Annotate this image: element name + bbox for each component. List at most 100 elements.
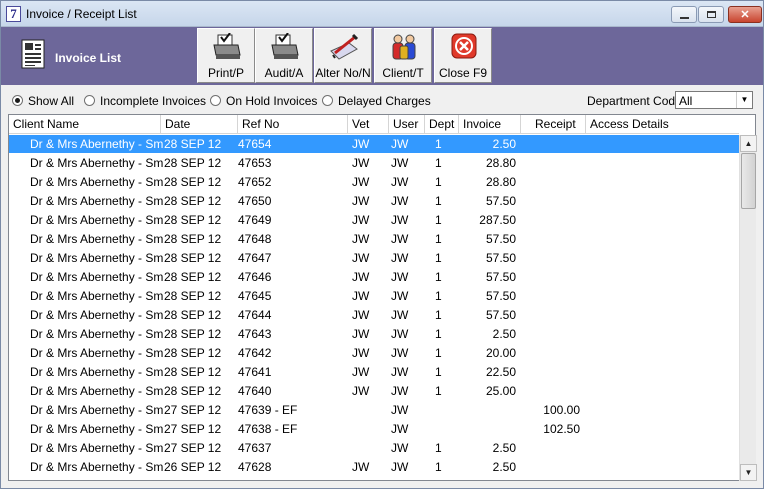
date-cell: 28 SEP 12 bbox=[164, 137, 222, 151]
window-close-button[interactable]: ✕ bbox=[728, 6, 762, 23]
ref-no-cell: 47639 - EF bbox=[238, 403, 298, 417]
receipt-cell bbox=[520, 363, 580, 382]
ref-no-cell: 47644 bbox=[238, 308, 272, 322]
table-row[interactable]: Dr & Mrs Abernethy - Smith 28 SEP 12 47652… bbox=[9, 173, 739, 192]
column-header-vet[interactable]: Vet bbox=[348, 115, 389, 134]
minimize-button[interactable] bbox=[671, 6, 697, 23]
close-button-label: Close F9 bbox=[438, 66, 488, 80]
radio-delayed-charges[interactable]: Delayed Charges bbox=[322, 94, 431, 108]
table-row[interactable]: Dr & Mrs Abernethy - Smith 28 SEP 12 47650… bbox=[9, 192, 739, 211]
date-cell: 28 SEP 12 bbox=[164, 365, 222, 379]
table-row[interactable]: Dr & Mrs Abernethy - Smith 27 SEP 12 47638… bbox=[9, 420, 739, 439]
client-name-cell: Dr & Mrs Abernethy - Smith bbox=[30, 327, 164, 341]
receipt-cell bbox=[520, 439, 580, 458]
column-header-receipt[interactable]: Receipt bbox=[521, 115, 586, 134]
column-header-ref-no[interactable]: Ref No bbox=[238, 115, 348, 134]
ref-no-cell: 47645 bbox=[238, 289, 272, 303]
column-header-dept[interactable]: Dept bbox=[425, 115, 459, 134]
scroll-up-button[interactable]: ▲ bbox=[740, 135, 757, 152]
scroll-up-icon: ▲ bbox=[744, 139, 753, 148]
dept-cell: 1 bbox=[435, 156, 442, 170]
date-cell: 28 SEP 12 bbox=[164, 327, 222, 341]
client-name-cell: Dr & Mrs Abernethy - Smith bbox=[30, 156, 164, 170]
app-icon: 7 bbox=[6, 6, 21, 22]
column-header-date[interactable]: Date bbox=[161, 115, 238, 134]
column-header-user[interactable]: User bbox=[389, 115, 425, 134]
table-row[interactable]: Dr & Mrs Abernethy - Smith 28 SEP 12 47642… bbox=[9, 344, 739, 363]
invoice-cell: 287.50 bbox=[479, 213, 516, 227]
audit-button-label: Audit/A bbox=[264, 66, 304, 80]
receipt-cell bbox=[520, 325, 580, 344]
receipt-cell bbox=[520, 249, 580, 268]
radio-on-hold-invoices-label: On Hold Invoices bbox=[226, 94, 318, 108]
date-cell: 28 SEP 12 bbox=[164, 384, 222, 398]
dept-cell: 1 bbox=[435, 308, 442, 322]
receipt-cell bbox=[520, 154, 580, 173]
department-code-select[interactable]: All ▼ bbox=[675, 91, 753, 109]
table-row[interactable]: Dr & Mrs Abernethy - Smith 28 SEP 12 47640… bbox=[9, 382, 739, 401]
pen-edit-icon bbox=[330, 33, 359, 60]
client-name-cell: Dr & Mrs Abernethy - Smith bbox=[30, 422, 164, 436]
page-title: Invoice List bbox=[55, 51, 122, 65]
table-row[interactable]: Dr & Mrs Abernethy - Smith 28 SEP 12 47643… bbox=[9, 325, 739, 344]
radio-show-all[interactable]: Show All bbox=[12, 94, 74, 108]
user-cell: JW bbox=[391, 270, 409, 284]
radio-selected-icon bbox=[12, 95, 23, 106]
table-row[interactable]: Dr & Mrs Abernethy - Smith 28 SEP 12 47647… bbox=[9, 249, 739, 268]
dept-cell: 1 bbox=[435, 251, 442, 265]
column-header-access-details[interactable]: Access Details bbox=[586, 115, 739, 134]
people-icon bbox=[392, 34, 416, 60]
client-name-cell: Dr & Mrs Abernethy - Smith bbox=[30, 384, 164, 398]
table-row[interactable]: Dr & Mrs Abernethy - Smith 28 SEP 12 47641… bbox=[9, 363, 739, 382]
column-header-invoice[interactable]: Invoice bbox=[459, 115, 521, 134]
date-cell: 28 SEP 12 bbox=[164, 251, 222, 265]
radio-on-hold-invoices[interactable]: On Hold Invoices bbox=[210, 94, 317, 108]
maximize-button[interactable] bbox=[698, 6, 724, 23]
radio-incomplete-invoices[interactable]: Incomplete Invoices bbox=[84, 94, 206, 108]
table-row[interactable]: Dr & Mrs Abernethy - Smith 28 SEP 12 47653… bbox=[9, 154, 739, 173]
column-header-client-name[interactable]: Client Name bbox=[9, 115, 161, 134]
invoice-receipt-window: 7 Invoice / Receipt List ✕ Invoice List bbox=[0, 0, 764, 489]
client-name-cell: Dr & Mrs Abernethy - Smith bbox=[30, 270, 164, 284]
client-name-cell: Dr & Mrs Abernethy - Smith bbox=[30, 365, 164, 379]
table-row[interactable]: Dr & Mrs Abernethy - Smith 28 SEP 12 47648… bbox=[9, 230, 739, 249]
dept-cell: 1 bbox=[435, 327, 442, 341]
table-row[interactable]: Dr & Mrs Abernethy - Smith 26 SEP 12 47628… bbox=[9, 458, 739, 477]
ref-no-cell: 47640 bbox=[238, 384, 272, 398]
client-name-cell: Dr & Mrs Abernethy - Smith bbox=[30, 346, 164, 360]
table-row[interactable]: Dr & Mrs Abernethy - Smith 28 SEP 12 47644… bbox=[9, 306, 739, 325]
table-row[interactable]: Dr & Mrs Abernethy - Smith 28 SEP 12 47654… bbox=[9, 135, 739, 154]
table-row[interactable]: Dr & Mrs Abernethy - Smith 28 SEP 12 47645… bbox=[9, 287, 739, 306]
ref-no-cell: 47646 bbox=[238, 270, 272, 284]
table-row[interactable]: Dr & Mrs Abernethy - Smith 28 SEP 12 47649… bbox=[9, 211, 739, 230]
table-row[interactable]: Dr & Mrs Abernethy - Smith 27 SEP 12 47639… bbox=[9, 401, 739, 420]
department-code-value: All bbox=[679, 94, 693, 108]
table-row[interactable]: Dr & Mrs Abernethy - Smith 27 SEP 12 47637… bbox=[9, 439, 739, 458]
ref-no-cell: 47654 bbox=[238, 137, 272, 151]
scrollbar-thumb[interactable] bbox=[741, 153, 756, 209]
receipt-cell bbox=[520, 173, 580, 192]
filter-bar: Show All Incomplete Invoices On Hold Inv… bbox=[1, 89, 763, 111]
date-cell: 26 SEP 12 bbox=[164, 460, 222, 474]
print-button[interactable]: Print/P bbox=[197, 28, 255, 83]
user-cell: JW bbox=[391, 441, 409, 455]
close-button[interactable]: Close F9 bbox=[434, 28, 492, 83]
alter-no-button[interactable]: Alter No/N bbox=[314, 28, 372, 83]
date-cell: 28 SEP 12 bbox=[164, 175, 222, 189]
vet-cell: JW bbox=[352, 156, 370, 170]
window-title: Invoice / Receipt List bbox=[26, 7, 137, 21]
audit-button[interactable]: Audit/A bbox=[255, 28, 313, 83]
invoice-cell: 2.50 bbox=[492, 327, 516, 341]
client-button[interactable]: Client/T bbox=[374, 28, 432, 83]
receipt-cell bbox=[520, 287, 580, 306]
user-cell: JW bbox=[391, 194, 409, 208]
dept-cell: 1 bbox=[435, 194, 442, 208]
ref-no-cell: 47628 bbox=[238, 460, 272, 474]
vet-cell bbox=[352, 401, 390, 420]
client-name-cell: Dr & Mrs Abernethy - Smith bbox=[30, 441, 164, 455]
vertical-scrollbar[interactable]: ▲ ▼ bbox=[739, 135, 757, 481]
table-row[interactable]: Dr & Mrs Abernethy - Smith 28 SEP 12 47646… bbox=[9, 268, 739, 287]
user-cell: JW bbox=[391, 346, 409, 360]
vet-cell: JW bbox=[352, 213, 370, 227]
scroll-down-button[interactable]: ▼ bbox=[740, 464, 757, 481]
